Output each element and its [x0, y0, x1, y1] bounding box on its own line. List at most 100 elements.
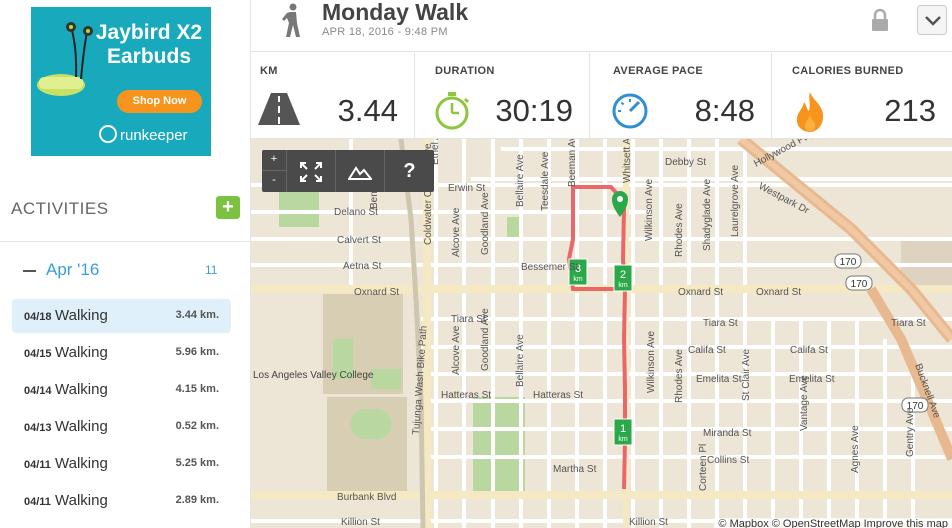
map-canvas[interactable]: 1 km 2 km 3 km 170 170 170 Debby St Erwi… [251, 139, 952, 528]
activity-distance: 5.25 km. [175, 457, 219, 469]
page-title: Monday Walk [322, 0, 469, 25]
activity-row[interactable]: 04/15 Walking 5.96 km. [12, 336, 231, 370]
month-count: 11 [205, 263, 218, 277]
activity-type: Walking [55, 344, 108, 361]
activity-datetime: APR 18, 2016 - 9:48 PM [322, 26, 448, 38]
street-label: Miranda St [703, 428, 752, 439]
activity-distance: 4.15 km. [175, 383, 219, 395]
activity-row[interactable]: 04/14 Walking 4.15 km. [12, 373, 231, 407]
runkeeper-logo-icon [99, 125, 117, 143]
fullscreen-button[interactable] [287, 150, 336, 192]
activity-row[interactable]: 04/11 Walking 2.89 km. [12, 484, 231, 518]
km-marker[interactable]: 2 km [613, 264, 633, 292]
sidebar: Jaybird X2 Earbuds Shop Now runkeeper AC… [0, 0, 251, 528]
street-label: Oxnard St [678, 287, 723, 298]
fullscreen-icon [300, 161, 322, 182]
street-label: Goodland Ave [480, 308, 491, 371]
activity-header: Monday Walk APR 18, 2016 - 9:48 PM [251, 0, 952, 52]
stat-label: DURATION [435, 65, 495, 77]
km-marker[interactable]: 1 km [613, 418, 633, 446]
route-map[interactable]: 1 km 2 km 3 km 170 170 170 Debby St Erwi… [251, 139, 952, 528]
map-controls: + - ? [262, 150, 434, 192]
add-activity-button[interactable]: + [216, 196, 240, 219]
stat-value: 30:19 [495, 93, 573, 128]
street-label: Tiara St [891, 318, 926, 329]
street-label: Collins St [707, 455, 749, 466]
activity-row[interactable]: 04/11 Walking 5.25 km. [12, 447, 231, 481]
svg-text:km: km [573, 276, 583, 283]
highway-shield: 170 [834, 253, 862, 269]
shop-now-button[interactable]: Shop Now [117, 90, 202, 113]
activity-date: 04/18 [24, 311, 52, 323]
collapse-month-icon[interactable] [23, 270, 36, 272]
stat-label: KM [260, 65, 278, 77]
street-label: Goodland Ave [480, 192, 491, 255]
speedometer-icon [612, 93, 648, 129]
stat-duration: DURATION 30:19 [426, 53, 590, 139]
street-label: Martha St [553, 464, 597, 475]
street-label: Califa St [688, 345, 726, 356]
svg-text:km: km [618, 282, 628, 289]
street-label: Aetna St [343, 261, 382, 272]
street-label: Whitsett Ave [622, 139, 633, 183]
park-area [507, 217, 521, 239]
zoom-controls: + - [262, 150, 287, 192]
park-area [473, 397, 525, 491]
street-label: Vantage Ave [799, 375, 810, 431]
activity-date: 04/11 [24, 459, 51, 471]
track-field [351, 409, 391, 439]
activity-distance: 2.89 km. [175, 494, 219, 506]
activity-date: 04/11 [24, 496, 51, 508]
street-label: Emelita St [789, 374, 835, 385]
activity-row[interactable]: 04/13 Walking 0.52 km. [12, 410, 231, 444]
street-label: Hollywood Fwy [752, 139, 817, 170]
street-label: Alcove Ave [451, 325, 462, 375]
street-label: Debby St [665, 157, 706, 168]
street-grid-vertical [349, 139, 915, 528]
svg-text:170: 170 [840, 257, 857, 268]
street-label: Tiara St [703, 318, 738, 329]
zoom-in-button[interactable]: + [262, 150, 286, 171]
street-label: Wilkinson Ave [644, 178, 655, 241]
month-label[interactable]: Apr '16 [46, 260, 99, 280]
options-dropdown-button[interactable] [917, 5, 947, 35]
walking-icon [282, 3, 300, 37]
activity-type: Walking [55, 492, 108, 509]
stat-calories: CALORIES BURNED 213 [783, 53, 952, 139]
help-button[interactable]: ? [385, 150, 434, 192]
street-label: Wilkinson Ave [646, 330, 657, 393]
stopwatch-icon [435, 92, 470, 130]
activity-type: Walking [55, 455, 108, 472]
stat-value: 8:48 [694, 93, 755, 128]
street-label: Oxnard St [354, 287, 399, 298]
stat-pace: AVERAGE PACE 8:48 [604, 53, 772, 139]
poi-label: Los Angeles Valley College [253, 370, 374, 381]
svg-text:2: 2 [620, 269, 626, 281]
street-label: Teesdale Ave [540, 151, 551, 211]
street-label: Laurelgrove Ave [730, 164, 741, 237]
stat-label: AVERAGE PACE [613, 65, 703, 77]
street-label: Burbank Blvd [337, 492, 396, 503]
activity-date: 04/13 [24, 422, 52, 434]
elevation-button[interactable] [336, 150, 385, 192]
street-label: Bellaire Ave [515, 154, 526, 207]
ad-brand: runkeeper [99, 125, 188, 144]
street-label: Hatteras St [533, 390, 583, 401]
svg-text:1: 1 [620, 423, 626, 435]
activity-type: Walking [55, 418, 108, 435]
activity-row[interactable]: 04/18 Walking 3.44 km. [12, 299, 231, 333]
street-label: Calvert St [337, 235, 381, 246]
map-attribution[interactable]: © Mapbox © OpenStreetMap Improve this ma… [714, 518, 952, 528]
activity-type: Walking [55, 381, 108, 398]
street-label: Califa St [790, 345, 828, 356]
lock-icon[interactable] [870, 9, 890, 31]
park-area [371, 369, 401, 389]
chevron-down-icon [925, 16, 941, 26]
street-label: Emelita St [696, 374, 742, 385]
zoom-out-button[interactable]: - [262, 171, 286, 192]
stat-value: 213 [884, 93, 936, 128]
ad-banner[interactable]: Jaybird X2 Earbuds Shop Now runkeeper [31, 7, 211, 156]
activity-distance: 5.96 km. [175, 346, 219, 358]
ad-brand-name: runkeeper [120, 127, 188, 144]
activities-heading: ACTIVITIES [11, 199, 109, 218]
